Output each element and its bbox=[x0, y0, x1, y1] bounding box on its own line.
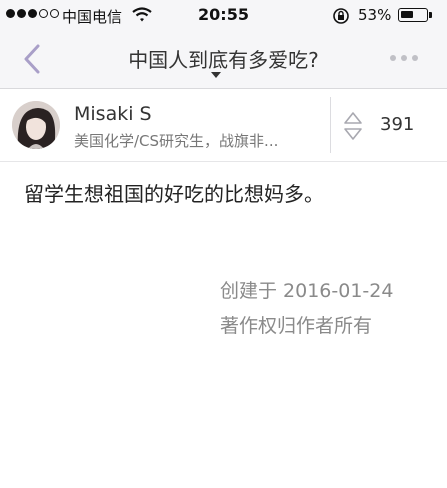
more-dot bbox=[412, 55, 418, 61]
vote-arrows-icon[interactable] bbox=[343, 109, 363, 143]
author-bio: 美国化学/CS研究生，战旗非... bbox=[74, 132, 279, 150]
chevron-down-icon[interactable] bbox=[211, 72, 221, 78]
author-name[interactable]: Misaki S bbox=[74, 103, 152, 125]
more-dot bbox=[390, 55, 396, 61]
status-bar: 中国电信 20:55 53% bbox=[0, 0, 447, 32]
question-title[interactable]: 中国人到底有多爱吃? bbox=[0, 44, 447, 73]
battery-icon bbox=[398, 8, 428, 22]
more-dot bbox=[401, 55, 407, 61]
avatar[interactable] bbox=[12, 101, 60, 149]
divider bbox=[330, 97, 331, 153]
avatar-image bbox=[12, 101, 60, 149]
copyright-notice: 著作权归作者所有 bbox=[220, 315, 373, 337]
battery-tip bbox=[429, 12, 432, 18]
battery-level bbox=[401, 11, 413, 18]
vote-count[interactable]: 391 bbox=[380, 114, 414, 135]
rotation-lock-icon bbox=[333, 8, 349, 24]
more-dots-icon[interactable] bbox=[390, 55, 418, 61]
battery-percent: 53% bbox=[358, 6, 392, 24]
author-row[interactable]: Misaki S 美国化学/CS研究生，战旗非... 391 bbox=[0, 89, 447, 162]
navigation-bar: 中国人到底有多爱吃? bbox=[0, 32, 447, 89]
created-date: 创建于 2016-01-24 bbox=[220, 280, 394, 302]
answer-body: 留学生想祖国的好吃的比想妈多。 bbox=[24, 182, 324, 206]
